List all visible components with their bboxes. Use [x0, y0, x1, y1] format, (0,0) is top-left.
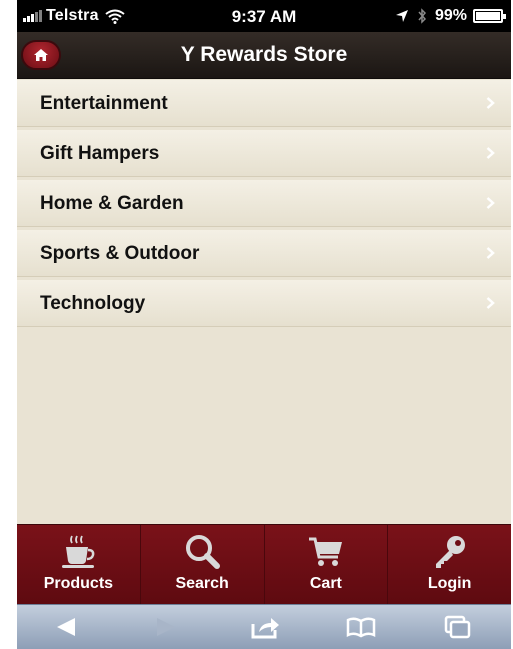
category-item-gift-hampers[interactable]: Gift Hampers — [17, 130, 511, 177]
key-icon — [435, 536, 465, 568]
page-title: Y Rewards Store — [180, 43, 348, 66]
chevron-right-icon — [486, 147, 495, 159]
status-right: 99% — [395, 7, 506, 25]
category-label: Gift Hampers — [40, 143, 160, 164]
category-item-entertainment[interactable]: Entertainment — [17, 80, 511, 127]
magnifier-icon — [186, 535, 221, 569]
chevron-right-icon — [486, 247, 495, 259]
tab-label: Cart — [309, 575, 342, 592]
category-item-technology[interactable]: Technology — [17, 280, 511, 327]
cart-icon — [308, 537, 342, 566]
category-label: Home & Garden — [40, 193, 184, 214]
chevron-right-icon — [486, 97, 495, 109]
app-screen: Telstra 9:37 AM 99% Y Rewards Store Ente… — [17, 0, 511, 649]
browser-toolbar — [17, 604, 511, 649]
chevron-right-icon — [486, 297, 495, 309]
battery-percent: 99% — [434, 7, 467, 24]
battery-icon — [473, 9, 506, 23]
tab-login[interactable]: Login — [388, 525, 511, 605]
status-bar: Telstra 9:37 AM 99% — [17, 0, 511, 32]
share-icon[interactable] — [249, 614, 281, 640]
location-icon — [395, 10, 408, 22]
tab-products[interactable]: Products — [17, 525, 141, 605]
category-item-home-garden[interactable]: Home & Garden — [17, 180, 511, 227]
tabs-icon[interactable] — [441, 614, 473, 640]
category-label: Sports & Outdoor — [40, 243, 200, 264]
bookmarks-icon[interactable] — [345, 614, 377, 640]
chevron-right-icon — [486, 197, 495, 209]
tab-bar: Products Search Cart Login — [17, 524, 511, 605]
bluetooth-icon — [418, 8, 426, 24]
nav-bar: Y Rewards Store — [17, 32, 511, 79]
category-list: Entertainment Gift Hampers Home & Garden… — [17, 80, 511, 330]
tab-label: Products — [43, 575, 114, 592]
tab-cart[interactable]: Cart — [265, 525, 389, 605]
tab-search[interactable]: Search — [141, 525, 265, 605]
tab-label: Search — [175, 575, 229, 592]
category-label: Entertainment — [40, 93, 168, 114]
forward-icon[interactable] — [149, 614, 181, 640]
tab-label: Login — [427, 575, 472, 592]
category-item-sports-outdoor[interactable]: Sports & Outdoor — [17, 230, 511, 277]
battery-fill — [476, 12, 500, 20]
coffee-cup-icon — [62, 535, 95, 568]
category-label: Technology — [40, 293, 146, 314]
back-icon[interactable] — [51, 614, 83, 640]
